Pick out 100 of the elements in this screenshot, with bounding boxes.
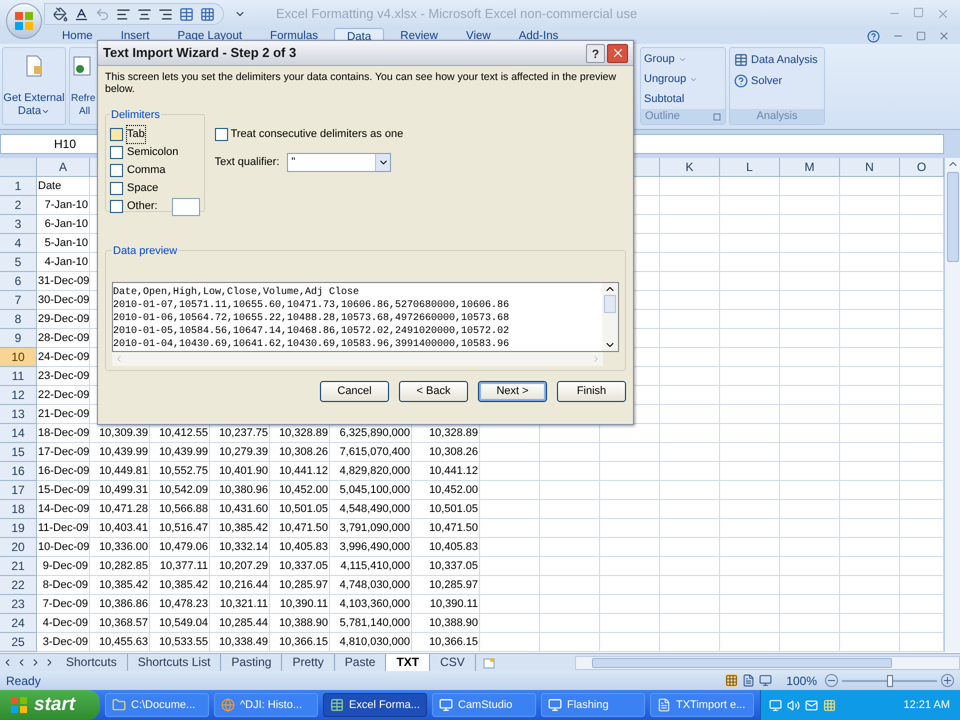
- table-cell: 10,390.11: [270, 595, 330, 614]
- checkbox-label: Semicolon: [127, 145, 178, 160]
- table-cell: 10,478.23: [150, 595, 210, 614]
- group-label: Outline: [645, 109, 680, 124]
- preview-line: 2010-01-06,10564.72,10655.22,10488.28,10573.68,4972660000,10573.68: [113, 312, 510, 325]
- table-cell: 10,336.00: [90, 538, 150, 557]
- table-cell: 10,552.75: [150, 462, 210, 481]
- checkbox-label: Other:: [127, 199, 158, 214]
- table-cell: 10,516.47: [150, 519, 210, 538]
- table-cell: 4-Dec-09: [37, 614, 90, 633]
- table-cell: 10,441.12: [270, 462, 330, 481]
- table-cell: 10,332.14: [210, 538, 270, 557]
- table-cell: 10,449.81: [90, 462, 150, 481]
- table-cell: 4,103,360,000: [330, 595, 412, 614]
- preview-line: 2010-01-05,10584.56,10647.14,10468.86,10572.02,2491020000,10572.02: [113, 325, 510, 338]
- table-cell: 10,441.12: [412, 462, 480, 481]
- table-cell: 10,385.42: [210, 519, 270, 538]
- table-cell: 10,386.86: [90, 595, 150, 614]
- table-cell: 10,385.42: [150, 576, 210, 595]
- table-cell: 6-Jan-10: [37, 215, 90, 234]
- table-cell: 10,499.31: [90, 481, 150, 500]
- table-cell: 10,471.50: [270, 519, 330, 538]
- table-cell: Date: [37, 177, 90, 196]
- checkbox-label: Space: [127, 181, 158, 196]
- checkbox-label: Treat consecutive delimiters as one: [230, 127, 404, 142]
- table-cell: 10,401.90: [210, 462, 270, 481]
- table-cell: 10,405.83: [412, 538, 480, 557]
- table-cell: 10,285.97: [412, 576, 480, 595]
- table-cell: 10,285.44: [210, 614, 270, 633]
- table-cell: 4,548,490,000: [330, 500, 412, 519]
- table-cell: 10,282.85: [90, 557, 150, 576]
- checkbox-label: Tab: [127, 126, 145, 143]
- status-text: Ready: [6, 672, 41, 690]
- dialog-title: Text Import Wizard - Step 2 of 3: [103, 44, 296, 62]
- table-cell: 4-Jan-10: [37, 253, 90, 272]
- clock: 12:21 AM: [904, 698, 950, 713]
- table-cell: 28-Dec-09: [37, 329, 90, 348]
- table-cell: 17-Dec-09: [37, 443, 90, 462]
- dialog-description: This screen lets you set the delimiters your data contains. You can see how your text is affected in the preview below.: [105, 71, 618, 95]
- table-cell: 4,748,030,000: [330, 576, 412, 595]
- table-cell: 10,385.42: [90, 576, 150, 595]
- table-cell: 10,368.57: [90, 614, 150, 633]
- table-cell: 16-Dec-09: [37, 462, 90, 481]
- table-cell: 9-Dec-09: [37, 557, 90, 576]
- table-cell: 3,996,490,000: [330, 538, 412, 557]
- table-cell: 10-Dec-09: [37, 538, 90, 557]
- table-cell: 10,542.09: [150, 481, 210, 500]
- table-cell: 11-Dec-09: [37, 519, 90, 538]
- table-cell: 10,452.00: [270, 481, 330, 500]
- table-cell: 10,501.05: [412, 500, 480, 519]
- preview-line: Date,Open,High,Low,Close,Volume,Adj Close: [113, 286, 360, 299]
- table-cell: 10,216.44: [210, 576, 270, 595]
- table-cell: 7,615,070,400: [330, 443, 412, 462]
- table-cell: 10,471.28: [90, 500, 150, 519]
- table-cell: 10,308.26: [412, 443, 480, 462]
- table-cell: 4,115,410,000: [330, 557, 412, 576]
- table-cell: 10,285.97: [270, 576, 330, 595]
- table-cell: 10,566.88: [150, 500, 210, 519]
- table-cell: 14-Dec-09: [37, 500, 90, 519]
- table-cell: 10,207.29: [210, 557, 270, 576]
- table-cell: 10,452.00: [412, 481, 480, 500]
- table-cell: 18-Dec-09: [37, 424, 90, 443]
- window-title: Excel Formatting v4.xlsx - Microsoft Excel non-commercial use: [276, 5, 638, 24]
- table-cell: 7-Dec-09: [37, 595, 90, 614]
- table-cell: 10,380.96: [210, 481, 270, 500]
- table-cell: 15-Dec-09: [37, 481, 90, 500]
- group-label: Analysis: [756, 109, 798, 124]
- table-cell: 3,791,090,000: [330, 519, 412, 538]
- table-cell: 10,388.90: [270, 614, 330, 633]
- table-cell: 10,405.83: [270, 538, 330, 557]
- table-cell: 10,377.11: [150, 557, 210, 576]
- table-cell: 10,390.11: [412, 595, 480, 614]
- field-label: Text qualifier:: [214, 154, 280, 170]
- table-cell: 31-Dec-09: [37, 272, 90, 291]
- table-cell: 5-Jan-10: [37, 234, 90, 253]
- group-title: Delimiters: [111, 109, 160, 121]
- table-cell: 5,045,100,000: [330, 481, 412, 500]
- table-cell: 23-Dec-09: [37, 367, 90, 386]
- table-cell: 10,439.99: [150, 443, 210, 462]
- table-cell: 10,279.39: [210, 443, 270, 462]
- table-cell: 30-Dec-09: [37, 291, 90, 310]
- table-cell: 10,439.99: [90, 443, 150, 462]
- table-cell: 22-Dec-09: [37, 386, 90, 405]
- table-cell: 24-Dec-09: [37, 348, 90, 367]
- table-cell: 4,829,820,000: [330, 462, 412, 481]
- table-cell: 8-Dec-09: [37, 576, 90, 595]
- table-cell: 5,781,140,000: [330, 614, 412, 633]
- table-cell: 10,479.06: [150, 538, 210, 557]
- table-cell: 10,501.05: [270, 500, 330, 519]
- table-cell: 10,549.04: [150, 614, 210, 633]
- table-cell: 10,321.11: [210, 595, 270, 614]
- preview-line: 2010-01-07,10571.11,10655.60,10471.73,10606.86,5270680000,10606.86: [113, 299, 510, 312]
- checkbox-label: Comma: [127, 163, 166, 178]
- table-cell: 29-Dec-09: [37, 310, 90, 329]
- table-cell: 10,431.60: [210, 500, 270, 519]
- table-cell: 10,308.26: [270, 443, 330, 462]
- table-cell: 21-Dec-09: [37, 405, 90, 424]
- group-title: Data preview: [113, 245, 178, 257]
- table-cell: 7-Jan-10: [37, 196, 90, 215]
- table-cell: 10,403.41: [90, 519, 150, 538]
